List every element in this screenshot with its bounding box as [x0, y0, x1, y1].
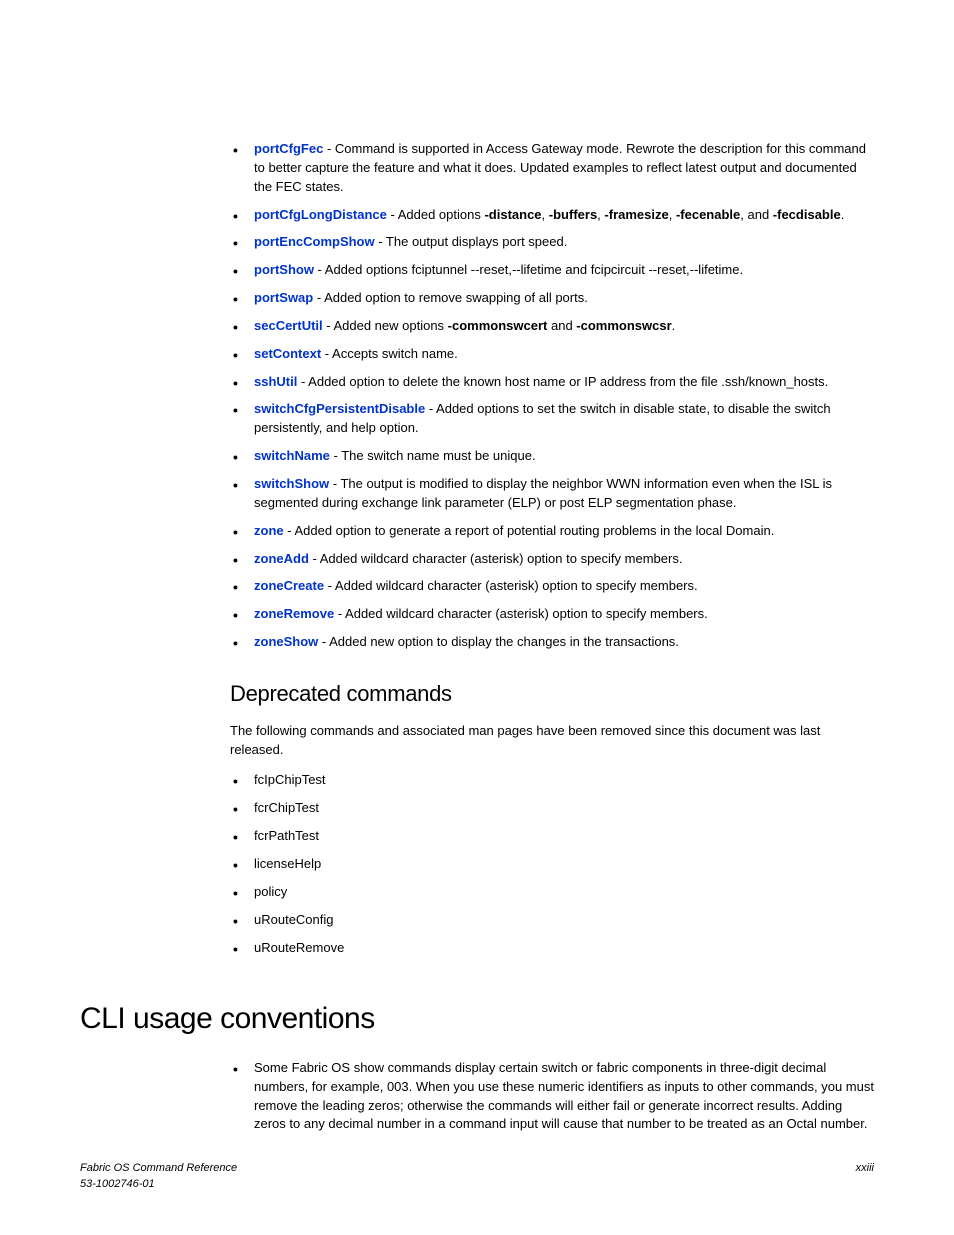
command-link[interactable]: portEncCompShow	[254, 234, 375, 249]
deprecated-item: uRouteRemove	[230, 939, 874, 958]
option-name: -commonswcsr	[576, 318, 671, 333]
command-link[interactable]: zoneShow	[254, 634, 318, 649]
cli-usage-item: Some Fabric OS show commands display cer…	[230, 1059, 874, 1134]
option-name: -fecenable	[676, 207, 740, 222]
command-item: portShow - Added options fciptunnel --re…	[230, 261, 874, 280]
command-item: sshUtil - Added option to delete the kno…	[230, 373, 874, 392]
command-link[interactable]: switchShow	[254, 476, 329, 491]
command-link[interactable]: zone	[254, 523, 284, 538]
command-link[interactable]: sshUtil	[254, 374, 297, 389]
command-item: portCfgFec - Command is supported in Acc…	[230, 140, 874, 197]
command-item: switchShow - The output is modified to d…	[230, 475, 874, 513]
command-item: portEncCompShow - The output displays po…	[230, 233, 874, 252]
command-link[interactable]: setContext	[254, 346, 321, 361]
option-name: -distance	[484, 207, 541, 222]
deprecated-item: fcrChipTest	[230, 799, 874, 818]
deprecated-item: licenseHelp	[230, 855, 874, 874]
page-content: portCfgFec - Command is supported in Acc…	[0, 0, 954, 1134]
deprecated-item: fcIpChipTest	[230, 771, 874, 790]
command-link[interactable]: switchCfgPersistentDisable	[254, 401, 425, 416]
cli-usage-section: Some Fabric OS show commands display cer…	[230, 1059, 874, 1134]
deprecated-item: uRouteConfig	[230, 911, 874, 930]
footer-doc-title: Fabric OS Command Reference	[80, 1162, 237, 1174]
modified-commands-list: portCfgFec - Command is supported in Acc…	[230, 140, 874, 652]
command-item: switchCfgPersistentDisable - Added optio…	[230, 400, 874, 438]
deprecated-heading: Deprecated commands	[230, 678, 874, 710]
command-link[interactable]: portSwap	[254, 290, 313, 305]
command-item: portCfgLongDistance - Added options -dis…	[230, 206, 874, 225]
command-item: zoneShow - Added new option to display t…	[230, 633, 874, 652]
command-link[interactable]: portCfgFec	[254, 141, 323, 156]
command-link[interactable]: zoneAdd	[254, 551, 309, 566]
cli-usage-heading: CLI usage conventions	[80, 997, 874, 1041]
option-name: -fecdisable	[773, 207, 841, 222]
deprecated-list: fcIpChipTest fcrChipTest fcrPathTest licens…	[230, 771, 874, 957]
command-link[interactable]: portShow	[254, 262, 314, 277]
deprecated-item: fcrPathTest	[230, 827, 874, 846]
deprecated-intro: The following commands and associated ma…	[230, 722, 874, 760]
command-link[interactable]: switchName	[254, 448, 330, 463]
command-item: setContext - Accepts switch name.	[230, 345, 874, 364]
cli-usage-list: Some Fabric OS show commands display cer…	[230, 1059, 874, 1134]
deprecated-item: policy	[230, 883, 874, 902]
command-item: portSwap - Added option to remove swappi…	[230, 289, 874, 308]
command-item: zoneAdd - Added wildcard character (aste…	[230, 550, 874, 569]
option-name: -buffers	[549, 207, 597, 222]
footer-left: Fabric OS Command Reference 53-1002746-0…	[80, 1161, 237, 1193]
command-item: secCertUtil - Added new options -commons…	[230, 317, 874, 336]
footer-doc-number: 53-1002746-01	[80, 1178, 155, 1190]
modified-commands-section: portCfgFec - Command is supported in Acc…	[230, 140, 874, 957]
page-footer: Fabric OS Command Reference 53-1002746-0…	[80, 1161, 874, 1193]
command-item: zoneCreate - Added wildcard character (a…	[230, 577, 874, 596]
command-link[interactable]: zoneRemove	[254, 606, 334, 621]
option-name: -framesize	[604, 207, 668, 222]
command-link[interactable]: portCfgLongDistance	[254, 207, 387, 222]
command-item: zone - Added option to generate a report…	[230, 522, 874, 541]
footer-page-number: xxiii	[856, 1161, 874, 1193]
option-name: -commonswcert	[448, 318, 548, 333]
command-link[interactable]: secCertUtil	[254, 318, 323, 333]
command-item: zoneRemove - Added wildcard character (a…	[230, 605, 874, 624]
command-item: switchName - The switch name must be uni…	[230, 447, 874, 466]
command-link[interactable]: zoneCreate	[254, 578, 324, 593]
